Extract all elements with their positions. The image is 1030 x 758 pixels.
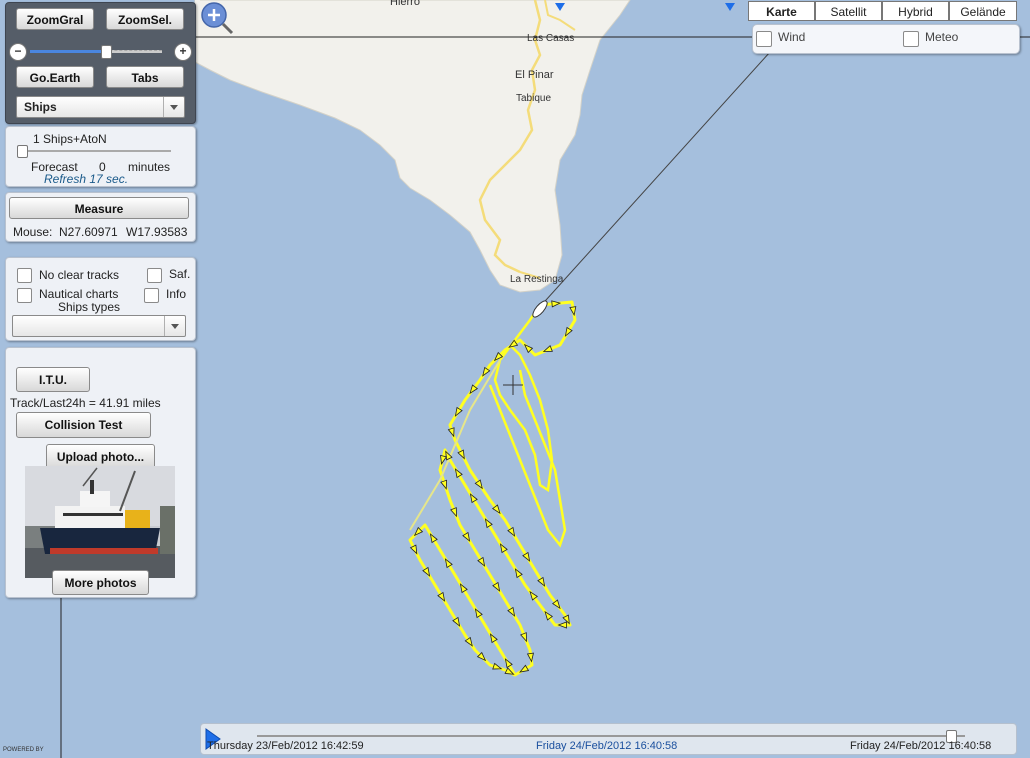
no-clear-tracks-checkbox[interactable]: [17, 268, 32, 283]
zoom-out-icon[interactable]: −: [9, 43, 27, 61]
timeline-start-time: Thursday 23/Feb/2012 16:42:59: [207, 740, 364, 752]
nautical-charts-checkbox[interactable]: [17, 288, 32, 303]
ships-select-value: Ships: [24, 100, 57, 114]
ships-count-panel: 1 Ships+AtoN Forecast 0 minutes Refresh …: [5, 126, 196, 187]
chevron-down-icon: [164, 316, 185, 336]
place-label-hierro: Hierro: [390, 0, 420, 8]
place-label-las-casas: Las Casas: [527, 33, 575, 44]
measure-panel: Measure Mouse: N27.60971 W17.93583: [5, 192, 196, 242]
info-checkbox[interactable]: [144, 288, 159, 303]
ships-types-select[interactable]: [12, 315, 186, 337]
meteo-checkbox[interactable]: [903, 31, 919, 47]
measure-button[interactable]: Measure: [9, 197, 189, 219]
collision-test-button[interactable]: Collision Test: [16, 412, 151, 438]
tabs-button[interactable]: Tabs: [106, 66, 184, 88]
map-type-gelande[interactable]: Gelände: [949, 1, 1017, 21]
place-label-el-pinar: El Pinar: [515, 69, 554, 81]
zoom-in-icon[interactable]: +: [174, 43, 192, 61]
wind-label: Wind: [778, 30, 806, 44]
options-panel: No clear tracks Saf. Nautical charts Inf…: [5, 257, 196, 341]
meteo-label: Meteo: [925, 30, 959, 44]
ships-types-label: Ships types: [58, 300, 121, 314]
ships-count-label: 1 Ships+AtoN: [33, 132, 107, 146]
ships-select[interactable]: Ships: [16, 96, 185, 118]
refresh-status: Refresh 17 sec.: [44, 172, 129, 186]
nautical-charts-label: Nautical charts: [39, 287, 119, 301]
zoom-general-button[interactable]: ZoomGral: [16, 8, 94, 30]
ship-photo[interactable]: [25, 466, 175, 578]
map-type-hybrid[interactable]: Hybrid: [882, 1, 949, 21]
map-type-selector: Karte Satellit Hybrid Gelände: [748, 0, 1018, 22]
timeline-track[interactable]: [257, 735, 965, 737]
zoom-selection-button[interactable]: ZoomSel.: [106, 8, 184, 30]
forecast-slider-handle[interactable]: [17, 145, 28, 158]
forecast-unit: minutes: [128, 160, 171, 174]
mouse-latitude: N27.60971: [59, 225, 118, 239]
timeline-end-time: Friday 24/Feb/2012 16:40:58: [850, 740, 992, 752]
mouse-label: Mouse:: [13, 225, 53, 239]
weather-overlay-panel: Wind Meteo: [752, 24, 1020, 54]
powered-by-label: POWERED BY: [3, 747, 44, 753]
itu-button[interactable]: I.T.U.: [16, 367, 90, 392]
track-distance: Track/Last24h = 41.91 miles: [10, 396, 161, 410]
zoom-slider-fill: [30, 50, 106, 53]
google-earth-button[interactable]: Go.Earth: [16, 66, 94, 88]
place-label-tabique: Tabique: [516, 93, 552, 104]
no-clear-tracks-label: No clear tracks: [39, 268, 120, 282]
info-label: Info: [166, 287, 187, 301]
saf-checkbox[interactable]: [147, 268, 162, 283]
mouse-longitude: W17.93583: [126, 225, 188, 239]
map-type-satellit[interactable]: Satellit: [815, 1, 882, 21]
map-type-karte[interactable]: Karte: [748, 1, 815, 21]
chevron-down-icon: [163, 97, 184, 117]
place-label-la-restinga: La Restinga: [510, 274, 564, 285]
saf-label: Saf.: [169, 267, 191, 281]
timeline-bar: Thursday 23/Feb/2012 16:42:59 Friday 24/…: [200, 723, 1017, 755]
forecast-slider-track[interactable]: [19, 150, 171, 152]
more-photos-button[interactable]: More photos: [52, 570, 149, 595]
zoom-slider-handle[interactable]: [101, 45, 112, 59]
timeline-middle-time: Friday 24/Feb/2012 16:40:58: [536, 740, 678, 752]
zoom-control-panel: ZoomGral ZoomSel. − + Go.Earth Tabs Ship…: [5, 2, 196, 124]
vessel-panel: I.T.U. Track/Last24h = 41.91 miles Colli…: [5, 347, 196, 598]
wind-checkbox[interactable]: [756, 31, 772, 47]
